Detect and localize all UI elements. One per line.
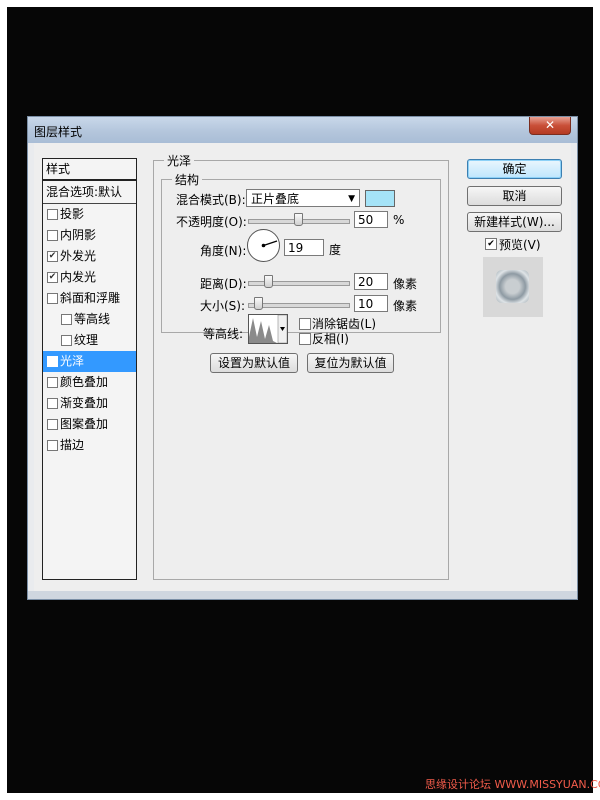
style-item-label: 纹理 bbox=[74, 333, 99, 347]
style-item-pattern-overlay[interactable]: 图案叠加 bbox=[43, 414, 136, 435]
checkbox-stroke[interactable] bbox=[47, 440, 58, 451]
blending-options-item[interactable]: 混合选项:默认 bbox=[43, 181, 136, 204]
blend-color-swatch[interactable] bbox=[365, 190, 395, 207]
style-item-label: 外发光 bbox=[60, 249, 97, 263]
style-preview-thumbnail bbox=[483, 257, 543, 317]
dialog-client: 样式 混合选项:默认 投影 内阴影 ✔ 外发光 ✔ 内发光 斜面和浮雕 等高线 … bbox=[34, 143, 571, 591]
checkbox-gradient-overlay[interactable] bbox=[47, 398, 58, 409]
distance-slider-thumb[interactable] bbox=[264, 275, 273, 288]
title-bar: 图层样式 ✕ bbox=[28, 117, 577, 143]
chevron-down-icon: ▼ bbox=[348, 194, 355, 204]
angle-dial-needle bbox=[261, 240, 278, 248]
style-item-label: 投影 bbox=[60, 207, 85, 221]
checkbox-color-overlay[interactable] bbox=[47, 377, 58, 388]
size-input[interactable]: 10 bbox=[354, 295, 388, 312]
style-item-label: 斜面和浮雕 bbox=[60, 291, 121, 305]
style-item-contour[interactable]: 等高线 bbox=[43, 309, 136, 330]
preview-checkbox[interactable]: ✔ bbox=[485, 238, 497, 250]
contour-label: 等高线: bbox=[203, 327, 244, 341]
style-item-label: 图案叠加 bbox=[60, 417, 109, 431]
angle-dial[interactable] bbox=[247, 229, 280, 262]
style-item-label: 颜色叠加 bbox=[60, 375, 109, 389]
blend-mode-label: 混合模式(B): bbox=[176, 193, 246, 207]
reset-default-button[interactable]: 复位为默认值 bbox=[307, 353, 394, 373]
angle-label: 角度(N): bbox=[200, 244, 247, 258]
opacity-unit: % bbox=[393, 213, 405, 227]
checkbox-satin[interactable]: ✔ bbox=[47, 356, 58, 367]
style-item-label: 光泽 bbox=[60, 354, 85, 368]
blend-mode-select[interactable]: 正片叠底 ▼ bbox=[246, 189, 360, 207]
size-unit: 像素 bbox=[393, 299, 418, 313]
style-item-label: 等高线 bbox=[74, 312, 111, 326]
checkbox-outer-glow[interactable]: ✔ bbox=[47, 251, 58, 262]
style-item-drop-shadow[interactable]: 投影 bbox=[43, 204, 136, 225]
checkbox-inner-glow[interactable]: ✔ bbox=[47, 272, 58, 283]
style-item-label: 渐变叠加 bbox=[60, 396, 109, 410]
preview-label: 预览(V) bbox=[499, 238, 541, 252]
size-label: 大小(S): bbox=[200, 299, 246, 313]
size-slider-track[interactable] bbox=[248, 303, 350, 308]
blend-mode-value: 正片叠底 bbox=[251, 192, 300, 206]
dialog-title: 图层样式 bbox=[34, 125, 83, 139]
style-item-satin[interactable]: ✔ 光泽 bbox=[43, 351, 136, 372]
antialias-checkbox[interactable] bbox=[299, 318, 311, 330]
style-list-header[interactable]: 样式 bbox=[43, 159, 136, 181]
angle-unit: 度 bbox=[329, 243, 342, 257]
checkbox-contour[interactable] bbox=[61, 314, 72, 325]
ok-button[interactable]: 确定 bbox=[467, 159, 562, 179]
satin-group: 光泽 结构 混合模式(B): 正片叠底 ▼ 不透明度(O): 50 % 角度(N… bbox=[153, 152, 449, 580]
opacity-slider-thumb[interactable] bbox=[294, 213, 303, 226]
make-default-button[interactable]: 设置为默认值 bbox=[210, 353, 298, 373]
invert-checkbox[interactable] bbox=[299, 333, 311, 345]
style-item-inner-glow[interactable]: ✔ 内发光 bbox=[43, 267, 136, 288]
style-item-outer-glow[interactable]: ✔ 外发光 bbox=[43, 246, 136, 267]
checkbox-texture[interactable] bbox=[61, 335, 72, 346]
invert-label: 反相(I) bbox=[312, 332, 349, 346]
new-style-button[interactable]: 新建样式(W)... bbox=[467, 212, 562, 232]
structure-group: 结构 混合模式(B): 正片叠底 ▼ 不透明度(O): 50 % 角度(N): bbox=[161, 171, 441, 341]
style-item-gradient-overlay[interactable]: 渐变叠加 bbox=[43, 393, 136, 414]
size-slider-thumb[interactable] bbox=[254, 297, 263, 310]
style-item-color-overlay[interactable]: 颜色叠加 bbox=[43, 372, 136, 393]
close-button[interactable]: ✕ bbox=[529, 117, 571, 135]
style-item-label: 内阴影 bbox=[60, 228, 97, 242]
checkbox-pattern-overlay[interactable] bbox=[47, 419, 58, 430]
style-item-inner-shadow[interactable]: 内阴影 bbox=[43, 225, 136, 246]
opacity-label: 不透明度(O): bbox=[176, 215, 247, 229]
checkbox-bevel-emboss[interactable] bbox=[47, 293, 58, 304]
style-item-label: 内发光 bbox=[60, 270, 97, 284]
opacity-input[interactable]: 50 bbox=[354, 211, 388, 228]
satin-group-title: 光泽 bbox=[164, 152, 195, 169]
status-strip bbox=[28, 591, 577, 599]
distance-input[interactable]: 20 bbox=[354, 273, 388, 290]
angle-input[interactable]: 19 bbox=[284, 239, 324, 256]
distance-label: 距离(D): bbox=[200, 277, 247, 291]
style-item-texture[interactable]: 纹理 bbox=[43, 330, 136, 351]
contour-picker[interactable] bbox=[248, 314, 288, 344]
checkbox-drop-shadow[interactable] bbox=[47, 209, 58, 220]
style-item-stroke[interactable]: 描边 bbox=[43, 435, 136, 456]
checkbox-inner-shadow[interactable] bbox=[47, 230, 58, 241]
structure-group-title: 结构 bbox=[172, 171, 203, 188]
distance-unit: 像素 bbox=[393, 277, 418, 291]
contour-curve-icon bbox=[249, 314, 288, 344]
style-item-bevel-emboss[interactable]: 斜面和浮雕 bbox=[43, 288, 136, 309]
watermark-text: 思缘设计论坛 WWW.MISSYUAN.COM bbox=[425, 778, 600, 791]
preview-tile bbox=[496, 270, 529, 303]
style-list: 样式 混合选项:默认 投影 内阴影 ✔ 外发光 ✔ 内发光 斜面和浮雕 等高线 … bbox=[42, 158, 137, 580]
cancel-button[interactable]: 取消 bbox=[467, 186, 562, 206]
style-item-label: 描边 bbox=[60, 438, 85, 452]
layer-style-dialog: 图层样式 ✕ 样式 混合选项:默认 投影 内阴影 ✔ 外发光 ✔ 内发光 斜面和… bbox=[27, 116, 578, 600]
